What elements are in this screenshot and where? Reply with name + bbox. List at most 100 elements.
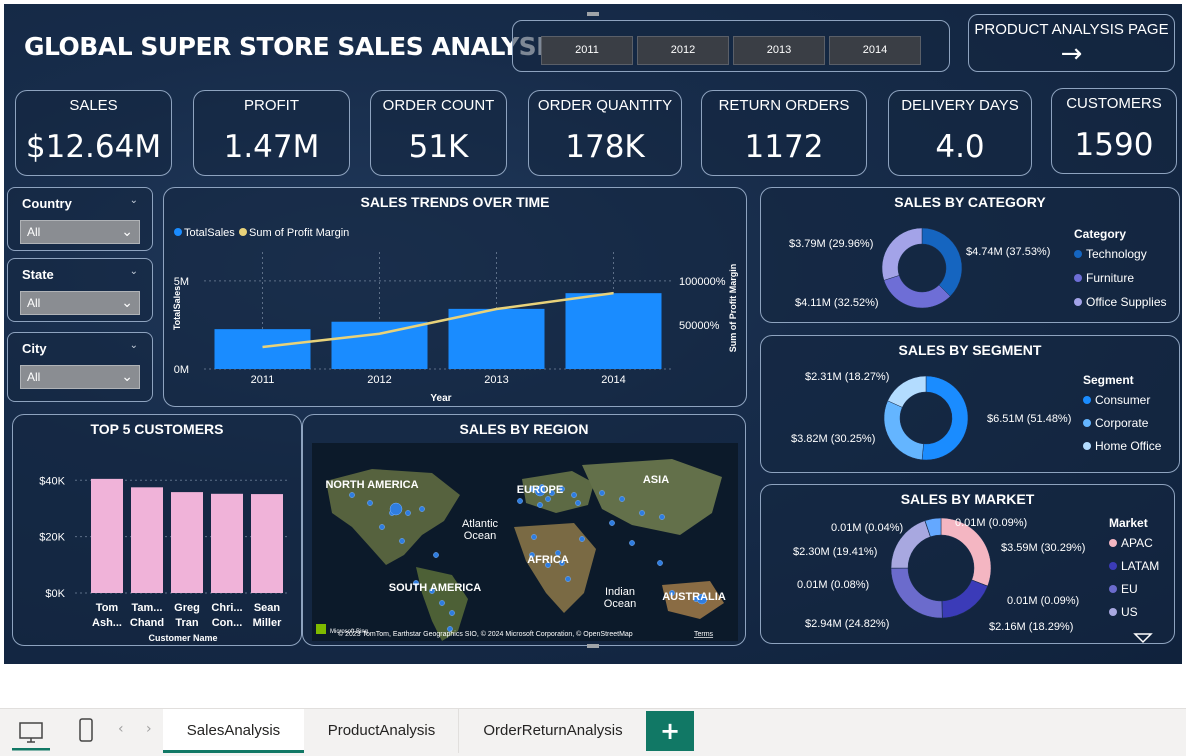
x-tick-label: 2011: [251, 374, 275, 386]
sales-by-market-chart: SALES BY MARKET $3.59M (30.29%) $2.16M (1…: [760, 484, 1175, 644]
legend-marker: [1109, 562, 1117, 570]
map-region-label: SOUTH AMERICA: [389, 582, 482, 594]
map-region-label: ASIA: [643, 474, 669, 486]
year-button-2014[interactable]: 2014: [829, 36, 921, 65]
donut-slice: [890, 567, 943, 619]
x-tick-label: 2013: [484, 374, 508, 386]
chevron-down-icon[interactable]: ⌄: [130, 266, 138, 277]
dropdown-value: All: [27, 296, 41, 310]
region-sales-bubble: [367, 500, 373, 506]
region-sales-bubble: [619, 496, 625, 502]
y-tick-label: 0M: [174, 364, 189, 376]
kpi-card-order-quantity: ORDER QUANTITY 178K: [528, 90, 682, 176]
y2-axis-title: Sum of Profit Margin: [728, 264, 738, 353]
kpi-value: 1.47M: [223, 129, 320, 165]
map-terms-link: Terms: [694, 631, 714, 638]
country-dropdown[interactable]: All ⌄: [20, 220, 140, 244]
region-sales-bubble: [517, 498, 523, 504]
chevron-left-icon[interactable]: ‹: [118, 721, 124, 737]
kpi-label: RETURN ORDERS: [718, 97, 850, 114]
region-sales-bubble: [575, 500, 581, 506]
region-sales-bubble: [579, 536, 585, 542]
donut-slice: [881, 227, 923, 281]
state-dropdown[interactable]: All ⌄: [20, 291, 140, 315]
legend-title: Market: [1109, 516, 1148, 530]
region-sales-bubble: [657, 560, 663, 566]
map-region-label: EUROPE: [517, 484, 563, 496]
desktop-view-icon[interactable]: [10, 715, 52, 751]
legend-marker: [1109, 539, 1117, 547]
region-sales-bubble: [571, 492, 577, 498]
resize-handle[interactable]: [587, 644, 599, 648]
chart-title: SALES BY REGION: [459, 421, 589, 437]
kpi-value: $12.64M: [25, 129, 162, 165]
year-slicer: 2011 2012 2013 2014: [512, 20, 950, 72]
map-region-label: AUSTRALIA: [662, 591, 726, 603]
legend-marker: [1083, 419, 1091, 427]
region-sales-bubble: [439, 600, 445, 606]
year-button-2011[interactable]: 2011: [541, 36, 633, 65]
region-sales-bubble: [531, 534, 537, 540]
bar-customer: [131, 487, 163, 593]
bar-customer: [211, 493, 243, 593]
legend-label: US: [1121, 605, 1138, 619]
chevron-down-icon: ⌄: [121, 223, 133, 239]
x-axis-title: Customer Name: [148, 633, 217, 643]
city-dropdown[interactable]: All ⌄: [20, 365, 140, 389]
legend-label: Technology: [1086, 247, 1147, 261]
x-tick-label: Ash...: [92, 617, 122, 629]
region-sales-bubble: [419, 506, 425, 512]
region-sales-bubble: [379, 524, 385, 530]
nav-button-label: PRODUCT ANALYSIS PAGE: [974, 21, 1169, 38]
chevron-down-icon[interactable]: ⌄: [130, 195, 138, 206]
y-tick-label: $40K: [39, 475, 65, 487]
legend-title: Segment: [1083, 373, 1134, 387]
map-ocean-label: Atlantic: [462, 518, 499, 530]
tab-salesanalysis[interactable]: SalesAnalysis: [163, 709, 304, 753]
region-sales-bubble: [537, 502, 543, 508]
region-sales-bubble: [449, 610, 455, 616]
page-title: GLOBAL SUPER STORE SALES ANALYSIS: [24, 32, 563, 61]
bar-2011: [214, 329, 311, 369]
kpi-card-profit: PROFIT 1.47M: [193, 90, 350, 176]
segment-donut-svg: $6.51M (51.48%) $3.82M (30.25%) $2.31M (18…: [791, 371, 1162, 461]
tab-orderreturnanalysis[interactable]: OrderReturnAnalysis: [460, 709, 646, 753]
region-sales-bubble: [599, 490, 605, 496]
region-sales-bubble: [433, 552, 439, 558]
tab-label: SalesAnalysis: [186, 722, 281, 739]
x-tick-label: Greg: [174, 602, 200, 614]
product-analysis-nav-button[interactable]: PRODUCT ANALYSIS PAGE →: [968, 14, 1175, 72]
tab-productanalysis[interactable]: ProductAnalysis: [305, 709, 459, 753]
kpi-label: ORDER QUANTITY: [537, 97, 673, 114]
tab-label: OrderReturnAnalysis: [483, 722, 623, 739]
kpi-label: CUSTOMERS: [1066, 95, 1162, 112]
add-page-button[interactable]: +: [646, 711, 694, 751]
legend-label: Furniture: [1086, 271, 1134, 285]
kpi-card-order-count: ORDER COUNT 51K: [370, 90, 507, 176]
resize-handle[interactable]: [587, 12, 599, 16]
map-ocean-label: Ocean: [604, 598, 636, 610]
data-label: $3.59M (30.29%): [1001, 542, 1085, 554]
donut-slice: [883, 275, 951, 309]
data-label: $2.94M (24.82%): [805, 618, 889, 630]
year-button-2012[interactable]: 2012: [637, 36, 729, 65]
kpi-value: 1172: [744, 129, 824, 165]
legend-marker: [1074, 298, 1082, 306]
legend-label: LATAM: [1121, 559, 1159, 573]
kpi-value: 51K: [408, 129, 469, 165]
legend-label: Sum of Profit Margin: [249, 227, 349, 239]
data-label: $2.31M (18.27%): [805, 371, 889, 383]
map-area[interactable]: NORTH AMERICA EUROPE ASIA AFRICA SOUTH AMERI…: [312, 443, 738, 641]
data-label: $4.11M (32.52%): [795, 297, 879, 309]
kpi-label: DELIVERY DAYS: [901, 97, 1019, 114]
chevron-down-icon[interactable]: ⌄: [130, 340, 138, 351]
year-button-2013[interactable]: 2013: [733, 36, 825, 65]
data-label: $2.16M (18.29%): [989, 621, 1073, 633]
region-sales-bubble: [405, 510, 411, 516]
legend-marker: [1074, 274, 1082, 282]
state-slicer: State ⌄ All ⌄: [7, 258, 153, 322]
chevron-right-icon[interactable]: ›: [146, 721, 152, 737]
bar-2012: [331, 321, 428, 369]
mobile-view-icon[interactable]: [68, 715, 104, 751]
donut-slice: [887, 375, 927, 408]
